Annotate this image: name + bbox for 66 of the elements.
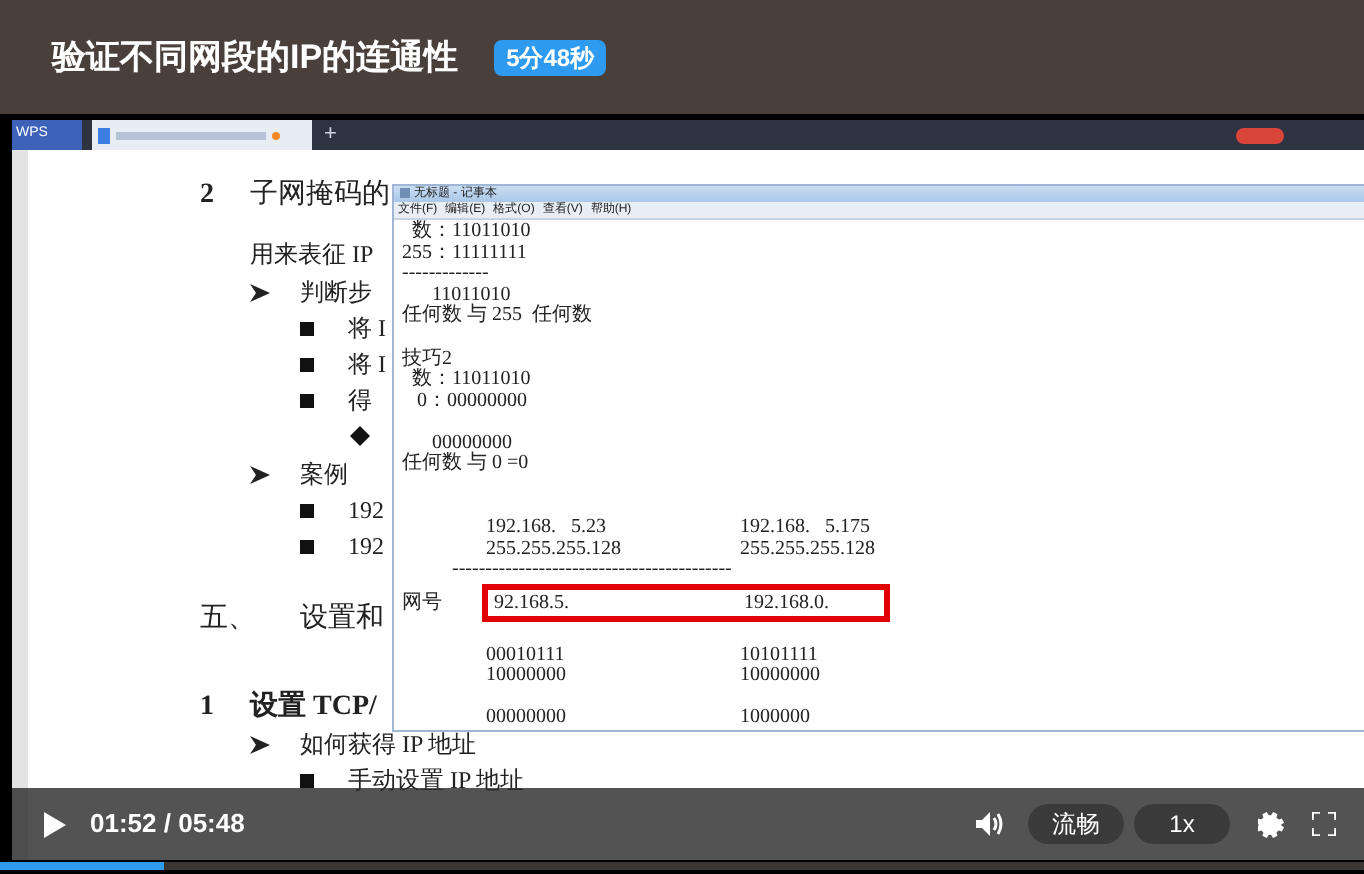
square-bullet-icon [300,539,314,553]
notepad-line: 92.168.5. [494,590,571,619]
heading-text: 设置 TCP/ [250,688,377,725]
notepad-line: 255：11111111 [402,243,527,265]
list-text: 192 [348,530,384,564]
list-text: 得 [348,384,372,418]
fullscreen-icon[interactable] [1312,812,1336,836]
notepad-line: 网号 [402,590,444,619]
notepad-line: 任何数 与 0 =0 [402,454,529,477]
notepad-line: 00010111 [486,645,567,667]
notepad-line: 192.168. 5.23 [486,518,608,540]
heading-number: 2 [200,177,216,213]
notepad-line: 技巧2 [402,349,452,369]
list-text: 将 I [348,312,386,346]
notepad-line: 255.255.255.128 [740,539,875,561]
time-display: 01:52 / 05:48 [90,806,245,843]
document-tab[interactable] [92,120,312,150]
list-text: 判断步 [300,276,372,310]
notepad-line: 10000000 [486,666,568,688]
notepad-line: 数：11011010 [410,370,531,392]
volume-icon[interactable] [976,812,1004,836]
section-number: 五、 [200,601,258,637]
notepad-line: 10000000 [740,666,820,688]
arrow-bullet-icon [250,735,270,753]
progress-track[interactable] [0,862,1364,870]
notepad-line: ------------- [402,264,489,286]
list-text: 将 I [348,348,386,382]
duration-badge: 5分48秒 [494,39,607,75]
play-button[interactable] [40,810,68,838]
list-text: 如何获得 IP 地址 [300,728,477,762]
diamond-bullet-icon [350,426,370,446]
notepad-line: 255.255.255.128 [486,539,623,561]
document-icon [98,127,110,143]
play-icon [43,811,65,837]
square-bullet-icon [300,503,314,517]
notepad-line: ------------------------------------------ [450,560,732,583]
notepad-icon [400,188,410,199]
square-bullet-icon [300,773,314,787]
square-bullet-icon [300,321,314,335]
settings-icon[interactable] [1258,811,1284,837]
notepad-line: 00000000 [486,708,568,730]
notepad-line: 10101111 [740,645,818,667]
heading-number: 1 [200,689,216,725]
quality-button[interactable]: 流畅 [1028,804,1124,844]
video-title: 验证不同网段的IP的连通性 [52,35,459,80]
paragraph-text: 用来表征 IP [250,238,374,272]
notepad-line: 11011010 [432,285,511,306]
arrow-bullet-icon [250,283,270,301]
heading-text: 子网掩码的 [250,177,390,213]
notepad-line: 0：00000000 [415,391,527,413]
list-text: 手动设置 IP 地址 [348,764,525,798]
notepad-line: 192.168.0. [744,590,829,619]
arrow-bullet-icon [250,465,270,483]
notepad-line: 00000000 [432,433,512,454]
list-text: 192 [348,494,384,528]
square-bullet-icon [300,393,314,407]
notepad-line: 1000000 [740,708,810,730]
notepad-line: 任何数 与 255 任何数 [402,306,592,328]
list-text: 案例 [300,458,348,492]
notepad-line: 数：11011010 [410,221,531,244]
section-text: 设置和 [300,601,384,637]
speed-button[interactable]: 1x [1134,804,1230,844]
new-tab-button[interactable]: + [324,124,337,146]
login-pill[interactable] [1236,127,1284,143]
square-bullet-icon [300,357,314,371]
notepad-line: 192.168. 5.175 [740,518,870,540]
